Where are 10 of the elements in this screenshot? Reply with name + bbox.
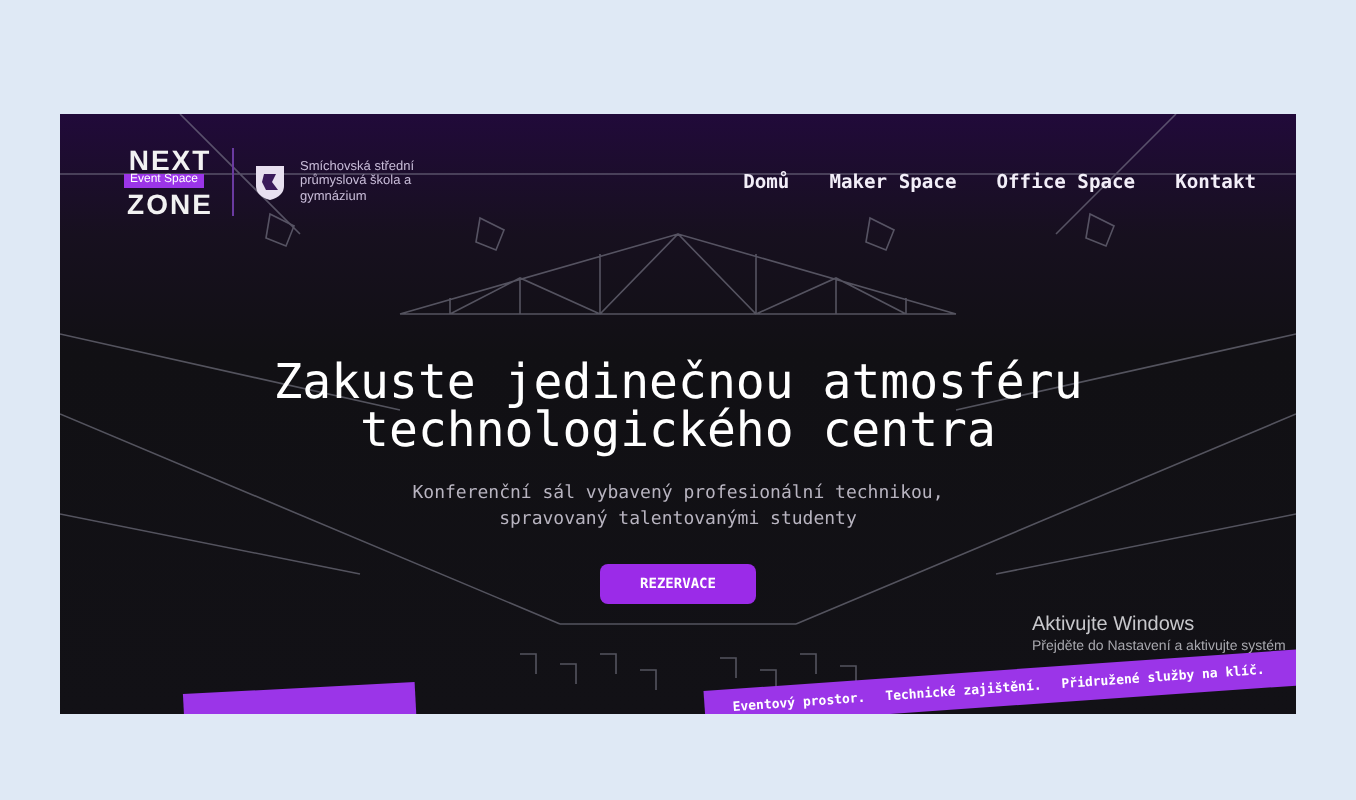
nav-link[interactable]: Kontakt bbox=[1175, 171, 1256, 193]
logo-text: ZONE bbox=[127, 192, 213, 216]
hero-subtitle: Konferenční sál vybavený profesionální technikou, spravovaný talentovanými studenty bbox=[412, 482, 944, 534]
nav-link[interactable]: Office Space bbox=[996, 171, 1136, 193]
activation-title: Aktivujte Windows bbox=[1032, 614, 1197, 636]
shield-icon bbox=[254, 162, 286, 202]
nav-link[interactable]: Maker Space bbox=[829, 171, 957, 193]
hero-title: Zakuste jedinečnou atmosféru technologického centra bbox=[273, 358, 1083, 454]
logo-text: NEXT bbox=[128, 148, 212, 172]
nav-link[interactable]: Domů bbox=[743, 171, 790, 193]
